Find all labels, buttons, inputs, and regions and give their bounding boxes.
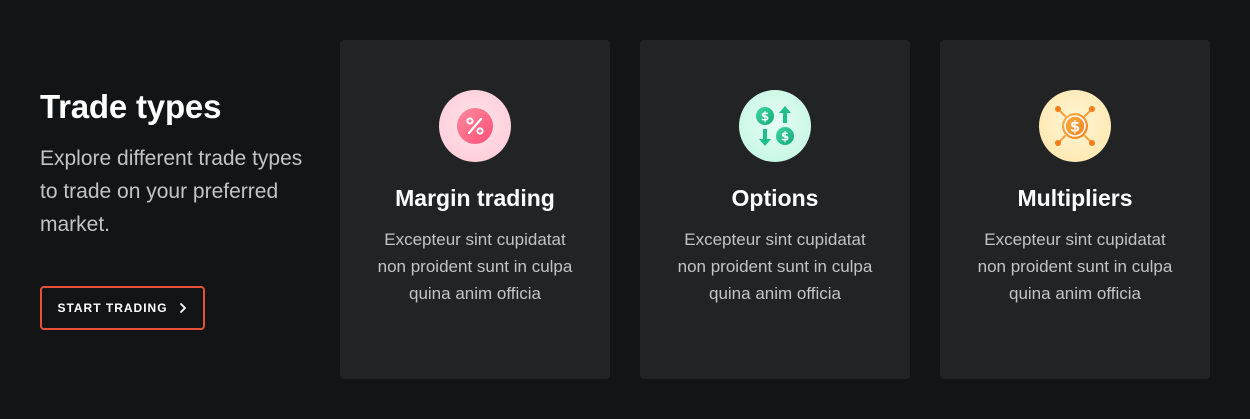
- svg-text:$: $: [781, 130, 789, 144]
- svg-text:$: $: [1070, 118, 1080, 136]
- section-title: Trade types: [40, 88, 222, 125]
- percent-icon: [439, 90, 511, 162]
- svg-text:$: $: [761, 110, 769, 124]
- chevron-right-icon: [179, 303, 186, 313]
- card-title: Margin trading: [395, 185, 555, 211]
- options-exchange-icon: $ $: [739, 90, 811, 162]
- start-trading-label: START TRADING: [57, 301, 168, 315]
- trade-type-card-options[interactable]: $ $ Options Excepteur sint cupidatat non…: [640, 40, 910, 379]
- start-trading-button[interactable]: START TRADING: [40, 286, 205, 330]
- card-title: Multipliers: [1017, 185, 1133, 211]
- intro-section: Trade types Explore different trade type…: [40, 86, 310, 241]
- card-title: Options: [731, 185, 819, 211]
- card-description: Excepteur sint cupidatat non proident su…: [377, 230, 573, 303]
- card-description: Excepteur sint cupidatat non proident su…: [677, 230, 873, 303]
- section-description: Explore different trade types to trade o…: [40, 147, 303, 236]
- multipliers-dollar-icon: $: [1039, 90, 1111, 162]
- trade-type-card-multipliers[interactable]: $ Multipliers Excepteur sint cupidatat n…: [940, 40, 1210, 379]
- card-description: Excepteur sint cupidatat non proident su…: [977, 230, 1173, 303]
- trade-type-card-margin[interactable]: Margin trading Excepteur sint cupidatat …: [340, 40, 610, 379]
